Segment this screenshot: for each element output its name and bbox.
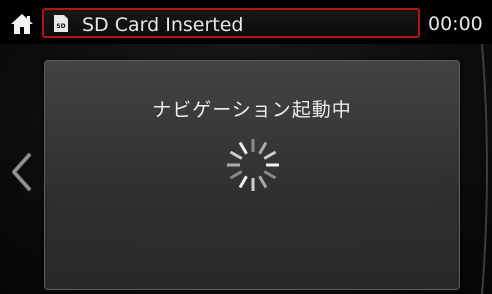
home-button[interactable] [6, 10, 38, 38]
infotainment-screen: SD SD Card Inserted 00:00 ナビゲーション起動中 [0, 0, 492, 294]
spinner-tick [263, 170, 277, 180]
loading-message: ナビゲーション起動中 [152, 99, 352, 121]
loading-dialog: ナビゲーション起動中 [44, 60, 460, 290]
screen-edge-decoration [481, 44, 488, 294]
spinner-tick [263, 150, 277, 160]
spinner-tick [258, 175, 268, 189]
spinner-tick [229, 170, 243, 180]
notification-title: SD Card Inserted [82, 14, 244, 36]
loading-spinner-icon [227, 139, 279, 191]
sd-icon-text: SD [56, 23, 65, 30]
spinner-tick [229, 150, 243, 160]
status-bar: SD SD Card Inserted 00:00 [0, 0, 492, 44]
spinner-tick [238, 175, 248, 189]
sd-card-icon: SD [54, 15, 68, 32]
notification-title-box: SD SD Card Inserted [42, 8, 420, 38]
home-icon [11, 14, 33, 34]
back-button[interactable] [6, 150, 36, 194]
clock: 00:00 [428, 13, 483, 35]
chevron-left-icon [12, 152, 32, 192]
spinner-tick [258, 141, 268, 155]
spinner-tick [238, 141, 248, 155]
